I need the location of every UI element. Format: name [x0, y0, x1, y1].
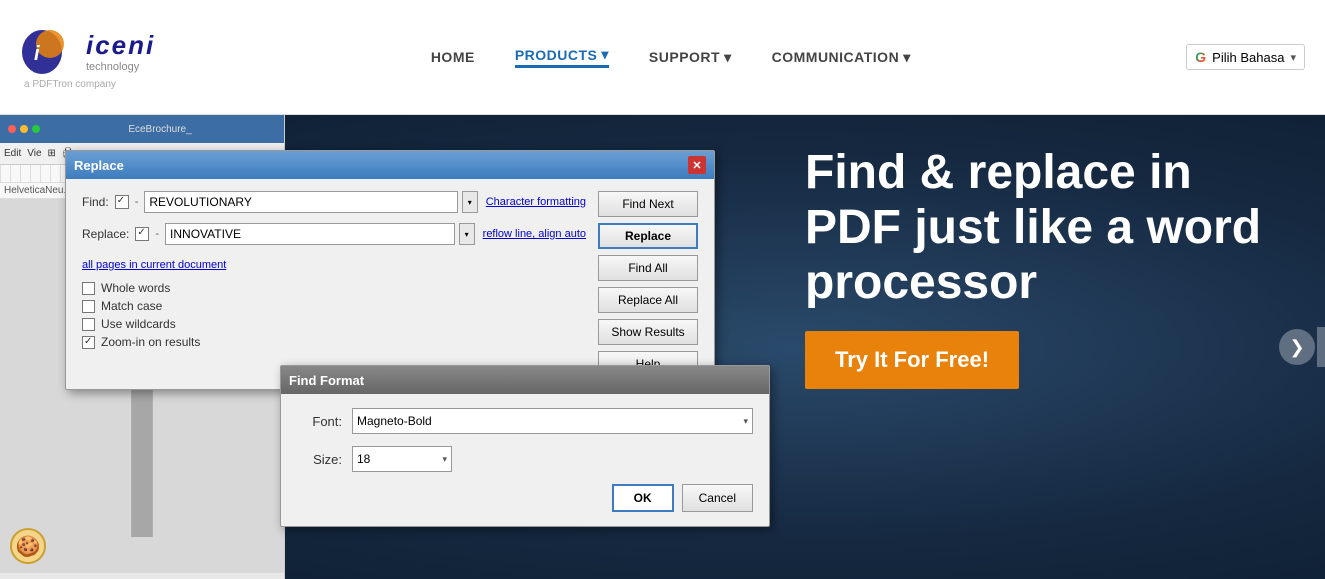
find-field-row: Find: - ▾ Character formatting	[82, 191, 586, 213]
dialog-left: Find: - ▾ Character formatting Replace: …	[82, 191, 586, 377]
panel-max-dot	[32, 125, 40, 133]
scope-area: all pages in current document	[82, 255, 586, 273]
replace-dropdown-arrow[interactable]: ▾	[459, 223, 475, 245]
cookie-emoji: 🍪	[16, 534, 41, 559]
hero-cta-button[interactable]: Try It For Free!	[805, 331, 1019, 389]
find-label: Find:	[82, 195, 109, 209]
whole-words-checkbox[interactable]	[82, 282, 95, 295]
logo-icon: i	[20, 24, 80, 79]
checkbox-match-case: Match case	[82, 299, 586, 313]
language-selector[interactable]: G Pilih Bahasa ▾	[1186, 44, 1305, 70]
checkbox-zoom: Zoom-in on results	[82, 335, 586, 349]
find-dropdown-arrow[interactable]: ▾	[462, 191, 478, 213]
checkbox-whole-words: Whole words	[82, 281, 586, 295]
ff-cancel-button[interactable]: Cancel	[682, 484, 753, 512]
logo-sub: a PDFTron company	[24, 79, 116, 90]
google-g-icon: G	[1195, 49, 1206, 65]
replace-checkbox[interactable]	[135, 227, 149, 241]
ff-font-value: Magneto-Bold	[357, 414, 432, 428]
replace-all-button[interactable]: Replace All	[598, 287, 698, 313]
dialog-right-buttons: Find Next Replace Find All Replace All S…	[598, 191, 698, 377]
char-format-link[interactable]: Character formatting	[486, 196, 586, 208]
match-case-label: Match case	[101, 299, 162, 313]
match-case-checkbox[interactable]	[82, 300, 95, 313]
checkbox-group: Whole words Match case Use wildcards Zoo…	[82, 281, 586, 349]
wildcards-checkbox[interactable]	[82, 318, 95, 331]
find-format-dialog: Find Format Font: Magneto-Bold ▾ Size: 1…	[280, 365, 770, 527]
replace-label: Replace:	[82, 227, 129, 241]
dialog-close-button[interactable]: ✕	[688, 156, 706, 174]
find-checkbox[interactable]	[115, 195, 129, 209]
logo-text-group: iceni technology	[86, 30, 155, 73]
replace-input[interactable]	[165, 223, 455, 245]
ff-size-value: 18	[357, 452, 370, 466]
zoom-checkbox[interactable]	[82, 336, 95, 349]
ff-font-select[interactable]: Magneto-Bold ▾	[352, 408, 753, 434]
find-next-button[interactable]: Find Next	[598, 191, 698, 217]
ff-size-select[interactable]: 18 ▾	[352, 446, 452, 472]
ff-body: Font: Magneto-Bold ▾ Size: 18 ▾ OK Cance…	[281, 394, 769, 526]
logo-tech: technology	[86, 61, 155, 73]
whole-words-label: Whole words	[101, 281, 170, 295]
header: i iceni technology a PDFTron company HOM…	[0, 0, 1325, 115]
ff-font-label: Font:	[297, 414, 342, 429]
ff-title: Find Format	[289, 373, 364, 388]
ff-buttons: OK Cancel	[297, 484, 753, 512]
nav-home[interactable]: HOME	[431, 49, 475, 65]
dialog-body: Find: - ▾ Character formatting Replace: …	[66, 179, 714, 389]
panel-close-dot	[8, 125, 16, 133]
toolbar-view[interactable]: Vie	[27, 148, 41, 159]
ff-ok-button[interactable]: OK	[612, 484, 674, 512]
ff-font-row: Font: Magneto-Bold ▾	[297, 408, 753, 434]
logo-main: i iceni technology	[20, 24, 155, 79]
products-chevron-icon: ▾	[601, 46, 609, 63]
replace-dialog: Replace ✕ Find: - ▾ Character formatting	[65, 150, 715, 390]
lang-dropdown-arrow-icon: ▾	[1290, 51, 1296, 64]
hero-heading: Find & replace in PDF just like a word p…	[805, 145, 1285, 311]
find-input-wrapper: ▾	[144, 191, 477, 213]
ff-size-arrow-icon: ▾	[442, 454, 447, 465]
scope-link[interactable]: all pages in current document	[82, 259, 226, 271]
cookie-consent-icon[interactable]: 🍪	[10, 528, 46, 564]
nav-products[interactable]: PRODUCTS ▾	[515, 46, 609, 68]
replace-button[interactable]: Replace	[598, 223, 698, 249]
logo-name: iceni	[86, 30, 155, 61]
reflow-link[interactable]: reflow line, align auto	[483, 228, 586, 240]
ff-size-row: Size: 18 ▾	[297, 446, 753, 472]
hero-text: Find & replace in PDF just like a word p…	[805, 145, 1285, 389]
logo-area: i iceni technology a PDFTron company	[20, 24, 155, 90]
dialog-title-bar: Replace ✕	[66, 151, 714, 179]
ff-size-label: Size:	[297, 452, 342, 467]
panel-header: EceBrochure_	[0, 115, 284, 143]
svg-text:i: i	[34, 43, 40, 65]
find-all-button[interactable]: Find All	[598, 255, 698, 281]
support-chevron-icon: ▾	[724, 49, 732, 66]
replace-input-wrapper: ▾	[165, 223, 475, 245]
next-arrow-icon: ❯	[1289, 337, 1304, 358]
find-dash: -	[135, 196, 139, 208]
carousel-next-button[interactable]: ❯	[1279, 329, 1315, 365]
replace-dash: -	[155, 228, 159, 240]
show-results-button[interactable]: Show Results	[598, 319, 698, 345]
ff-title-bar: Find Format	[281, 366, 769, 394]
dialog-title: Replace	[74, 158, 124, 173]
zoom-label: Zoom-in on results	[101, 335, 200, 349]
find-input[interactable]	[144, 191, 457, 213]
wildcards-label: Use wildcards	[101, 317, 176, 331]
toolbar-icon1: ⊞	[48, 148, 56, 159]
panel-filename: EceBrochure_	[44, 124, 276, 135]
nav-communication[interactable]: COMMUNICATION ▾	[772, 49, 911, 66]
lang-label: Pilih Bahasa	[1212, 50, 1284, 65]
communication-chevron-icon: ▾	[903, 49, 911, 66]
panel-min-dot	[20, 125, 28, 133]
ff-font-arrow-icon: ▾	[743, 416, 748, 427]
replace-field-row: Replace: - ▾ reflow line, align auto	[82, 223, 586, 245]
checkbox-wildcards: Use wildcards	[82, 317, 586, 331]
scroll-indicator	[1317, 327, 1325, 367]
main-area: EceBrochure_ Edit Vie ⊞ 🖨 HelveticaNeu..…	[0, 115, 1325, 579]
nav-support[interactable]: SUPPORT ▾	[649, 49, 732, 66]
main-nav: HOME PRODUCTS ▾ SUPPORT ▾ COMMUNICATION …	[431, 46, 911, 68]
toolbar-edit[interactable]: Edit	[4, 148, 21, 159]
